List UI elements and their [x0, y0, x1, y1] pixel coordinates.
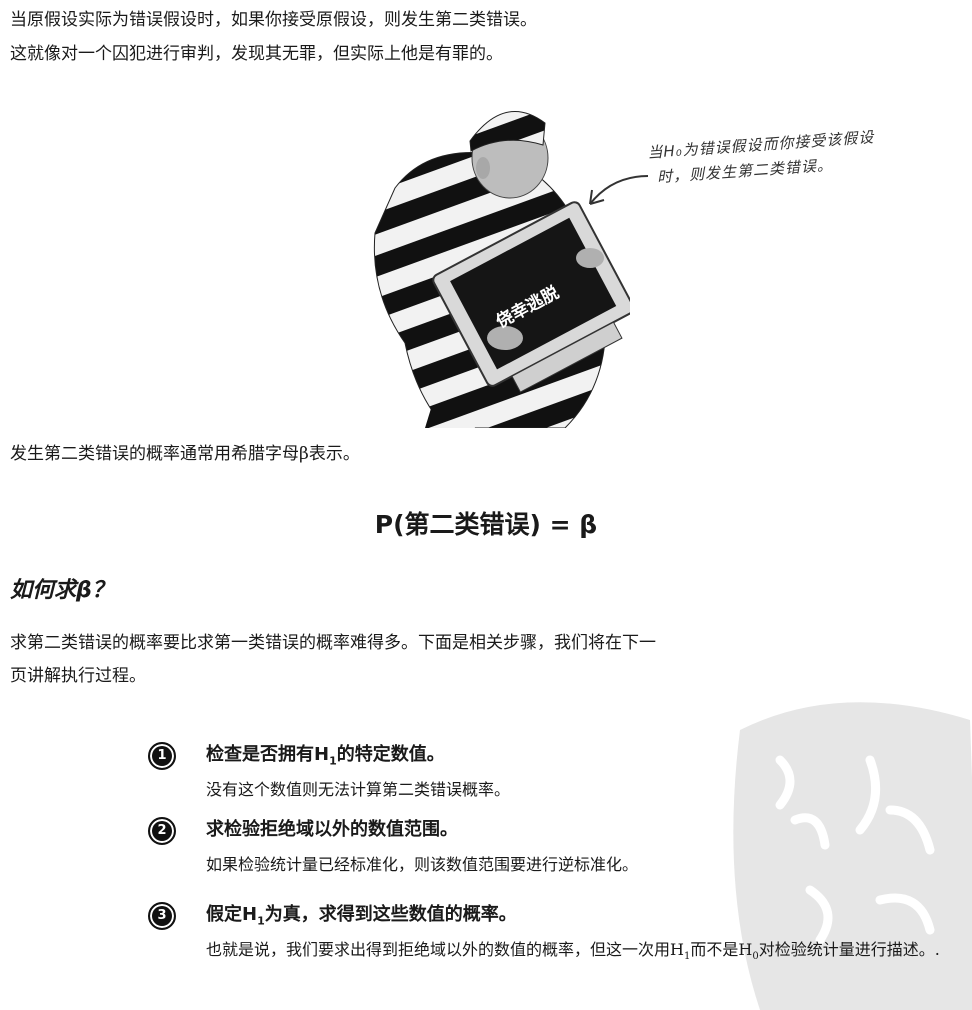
formula: P(第二类错误) = β: [374, 510, 598, 539]
step-title: 检查是否拥有H1的特定数值。: [206, 744, 445, 768]
prisoner-illustration: 侥幸逃脱: [373, 110, 630, 428]
step-number-badge: 1: [148, 742, 176, 770]
step-description: 没有这个数值则无法计算第二类错误概率。: [206, 780, 511, 799]
handwritten-note: 当H₀为错误假设而你接受该假设 时，则发生第二类错误。: [647, 119, 960, 191]
step-title: 假定H1为真，求得到这些数值的概率。: [206, 904, 517, 928]
section-heading: 如何求β？: [10, 578, 114, 603]
annotation-arrow: [589, 175, 649, 205]
steps-intro-paragraph: 求第二类错误的概率要比求第一类错误的概率难得多。下面是相关步骤，我们将在下一页讲…: [10, 633, 656, 686]
step-number-badge: 3: [148, 902, 176, 930]
beta-paragraph: 发生第二类错误的概率通常用希腊字母β表示。: [10, 444, 360, 464]
step-title: 求检验拒绝域以外的数值范围。: [206, 819, 458, 840]
step-description: 如果检验统计量已经标准化，则该数值范围要进行逆标准化。: [206, 855, 639, 874]
step-number-badge: 2: [148, 817, 176, 845]
intro-paragraph-1: 当原假设实际为错误假设时，如果你接受原假设，则发生第二类错误。: [10, 10, 537, 30]
intro-paragraph-2: 这就像对一个囚犯进行审判，发现其无罪，但实际上他是有罪的。: [10, 44, 503, 64]
step-description: 也就是说，我们要求出得到拒绝域以外的数值的概率，但这一次用H1而不是H0对检验统…: [206, 940, 940, 963]
